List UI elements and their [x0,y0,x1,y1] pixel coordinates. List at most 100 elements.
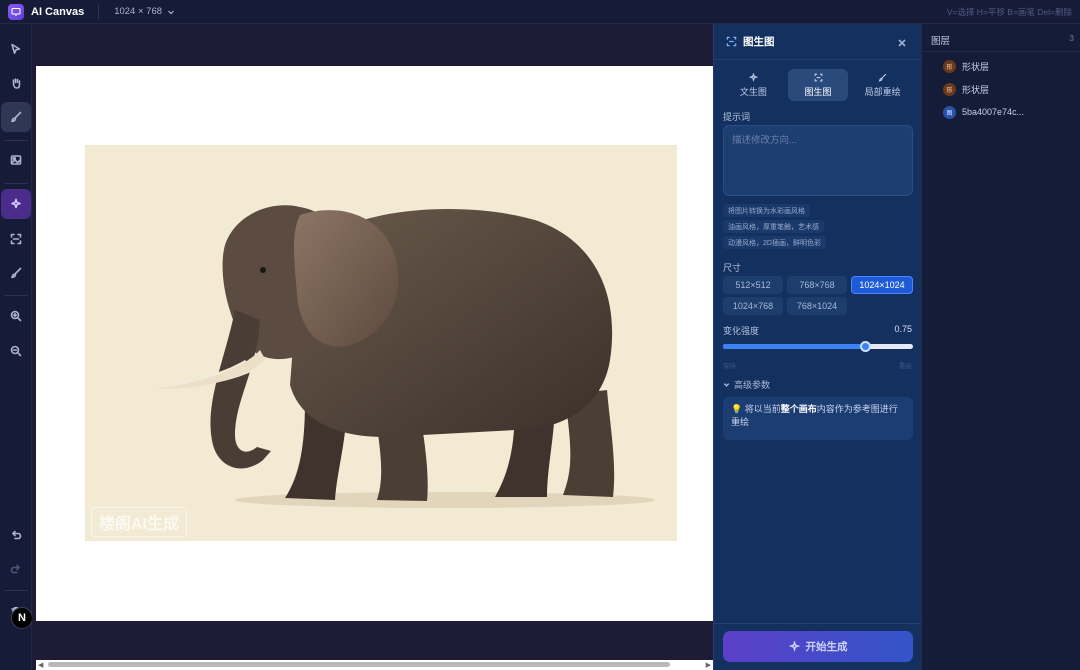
close-panel-button[interactable] [897,35,907,47]
zoom-in-icon [10,310,22,322]
hand-icon [12,78,21,89]
divider [4,590,28,591]
scan-icon [814,73,822,81]
slider-fill [723,344,866,349]
zoom-out-icon [10,345,22,357]
redo-button[interactable] [1,554,31,584]
scroll-right-icon[interactable]: ▶ [706,661,711,669]
scan-icon [10,233,22,245]
prompt-suggestion[interactable]: 油画风格，厚重笔触，艺术感 [723,220,824,233]
prompt-suggestion[interactable]: 将图片转换为水彩画风格 [723,204,810,217]
zoom-out-button[interactable] [1,336,31,366]
image-icon [10,155,22,165]
panel-title: 图生图 [743,36,775,48]
note-prefix: 💡 将以当前 [731,404,781,414]
layer-item[interactable]: 形 形状层 [922,55,1080,77]
sparkles-icon [788,641,800,652]
layer-item[interactable]: 形 形状层 [922,78,1080,100]
panel-header: 图生图 [714,24,922,60]
select-tool-button[interactable] [1,34,31,64]
size-option-768x1024[interactable]: 768×1024 [787,297,847,315]
slider-knob[interactable] [860,341,871,352]
sparkles-icon [748,72,758,82]
tab-label: 文生图 [739,86,767,97]
layer-name: 5ba4007e74c... [962,107,1025,117]
shape-layer-icon: 形 [943,59,956,73]
user-avatar[interactable]: N [11,607,33,629]
image-tool-button[interactable] [1,145,31,175]
sparkles-icon [11,198,21,209]
generate-button[interactable]: 开始生成 [723,631,913,662]
brush-tool-button[interactable] [1,102,31,132]
artboard[interactable]: 楼阁AI生成 [36,66,713,621]
strength-slider[interactable] [723,341,913,352]
chevron-down-icon [168,10,174,14]
tab-inpaint[interactable]: 局部重绘 [852,69,913,101]
layers-title: 图层 [931,36,951,47]
reference-note: 💡 将以当前整个画布内容作为参考图进行重绘 [723,397,913,440]
inpaint-tool-button[interactable] [1,258,31,288]
generate-label: 开始生成 [805,641,848,653]
prompt-suggestion[interactable]: 动漫风格，2D插画，鲜明色彩 [723,236,826,249]
left-toolbar [0,24,32,670]
prompt-input[interactable]: 描述修改方向... [723,125,913,196]
avatar-letter: N [18,612,26,624]
shortcut-hint: V=选择 H=平移 B=画笔 Del=删除 [946,7,1072,17]
paint-brush-icon [11,267,22,279]
strength-value: 0.75 [894,324,912,334]
size-option-1024x1024[interactable]: 1024×1024 [851,276,913,294]
size-option-1024x768[interactable]: 1024×768 [723,297,783,315]
top-bar: AI Canvas 1024 × 768 V=选择 H=平移 B=画笔 Del=… [0,0,1080,24]
advanced-params-toggle[interactable]: 高级参数 [723,378,770,391]
canvas-size-select[interactable]: 1024 × 768 [114,6,175,17]
elephant-image[interactable]: 楼阁AI生成 [85,145,677,541]
app-root: AI Canvas 1024 × 768 V=选择 H=平移 B=画笔 Del=… [0,0,1080,670]
elephant-illustration [145,205,655,508]
undo-button[interactable] [1,520,31,550]
tab-text-to-image[interactable]: 文生图 [723,69,784,101]
close-icon [898,39,906,47]
scan-icon [726,36,737,47]
size-option-768x768[interactable]: 768×768 [787,276,847,294]
layers-panel: 图层 3 形 形状层 形 形状层 图 5ba4007e74c... [921,24,1080,670]
image-to-image-panel: 图生图 文生图 图生图 局部重绘 提示词 描述修改方向... 将图片转换为水彩画… [713,24,922,670]
layer-item[interactable]: 图 5ba4007e74c... [922,101,1080,123]
cursor-icon [11,43,21,54]
redo-icon [10,564,20,574]
layers-count: 3 [1069,33,1074,43]
shape-layer-icon: 形 [943,82,956,96]
chevron-down-icon [723,383,730,387]
tab-label: 局部重绘 [864,86,901,97]
zoom-in-button[interactable] [1,301,31,331]
horizontal-scrollbar[interactable]: ◀ ▶ [36,660,713,670]
watermark: 楼阁AI生成 [91,507,188,537]
layer-name: 形状层 [962,61,990,72]
prompt-placeholder: 描述修改方向... [732,135,797,146]
brush-icon [878,73,887,82]
image-layer-icon: 图 [943,105,956,119]
size-option-512x512[interactable]: 512×512 [723,276,783,294]
tab-image-to-image[interactable]: 图生图 [787,69,849,101]
pan-tool-button[interactable] [1,68,31,98]
note-highlight: 整个画布 [780,404,817,414]
strength-label: 变化强度 [723,326,760,336]
scroll-left-icon[interactable]: ◀ [38,661,43,669]
divider [98,4,100,19]
app-logo-icon [8,3,24,20]
divider [4,183,28,184]
brush-icon [11,111,22,123]
tab-label: 图生图 [804,86,832,97]
canvas-area[interactable]: 楼阁AI生成 ◀ ▶ [32,24,713,670]
canvas-size-label: 1024 × 768 [114,6,163,17]
divider [4,140,28,141]
size-label: 尺寸 [723,263,742,273]
ai-generate-tool-button[interactable] [1,189,31,219]
scrollbar-thumb[interactable] [48,662,670,667]
advanced-label: 高级参数 [734,380,771,390]
undo-icon [12,530,22,540]
app-title: AI Canvas [31,5,85,18]
mode-tabs: 文生图 图生图 局部重绘 [723,69,913,101]
prompt-label: 提示词 [723,112,751,122]
layer-name: 形状层 [962,84,990,95]
image-to-image-tool-button[interactable] [1,224,31,254]
